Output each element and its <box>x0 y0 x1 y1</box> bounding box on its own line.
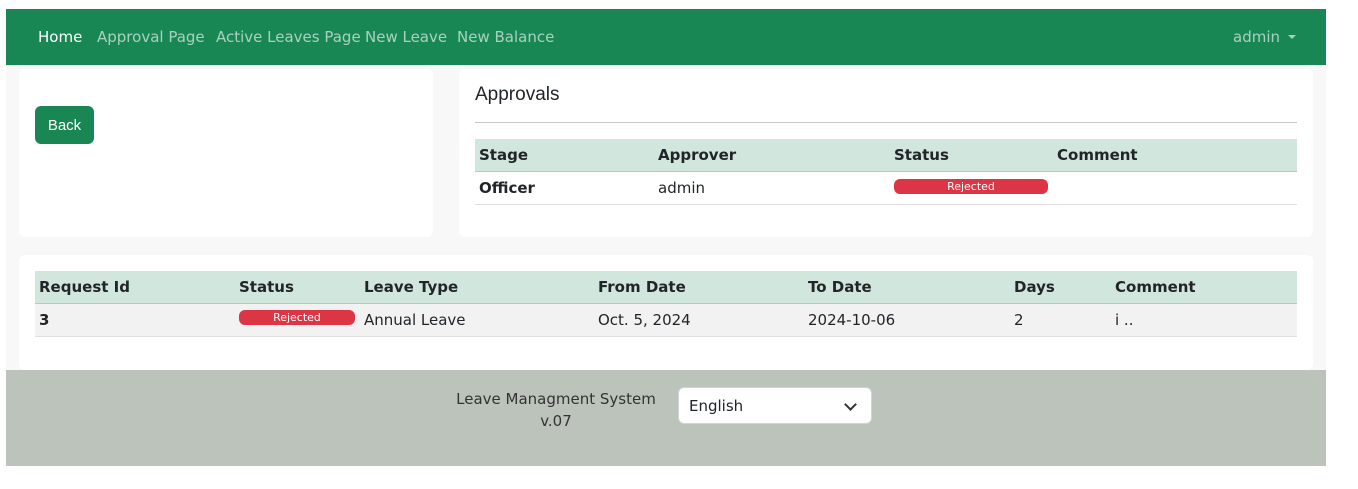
back-button[interactable]: Back <box>35 106 94 144</box>
col-status: Status <box>235 271 360 304</box>
col-comment: Comment <box>1053 139 1297 172</box>
system-name: Leave Managment System <box>456 390 656 408</box>
col-leave-type: Leave Type <box>360 271 594 304</box>
status-cell: Rejected <box>235 303 360 337</box>
footer-info: Leave Managment System v.07 <box>446 388 666 432</box>
comment-cell <box>1053 171 1297 205</box>
col-comment: Comment <box>1111 271 1297 304</box>
language-select[interactable]: English <box>678 387 872 424</box>
from-date-cell: Oct. 5, 2024 <box>594 303 804 337</box>
status-badge: Rejected <box>894 178 1048 194</box>
version: v.07 <box>540 412 572 430</box>
col-from-date: From Date <box>594 271 804 304</box>
table-header-row: Stage Approver Status Comment <box>475 139 1297 172</box>
col-stage: Stage <box>475 139 654 172</box>
stage-cell: Officer <box>475 171 654 205</box>
chevron-down-icon <box>844 398 857 411</box>
caret-down-icon <box>1288 35 1296 39</box>
leave-type-cell: Annual Leave <box>360 303 594 337</box>
approver-cell: admin <box>654 171 890 205</box>
top-navbar: Home Approval Page Active Leaves Page Ne… <box>6 9 1326 65</box>
col-to-date: To Date <box>804 271 1010 304</box>
status-cell: Rejected <box>890 171 1053 205</box>
col-days: Days <box>1010 271 1111 304</box>
nav-new-leave[interactable]: New Leave <box>365 27 447 47</box>
to-date-cell: 2024-10-06 <box>804 303 1010 337</box>
divider <box>475 122 1297 123</box>
table-row: Officer admin Rejected <box>475 171 1297 205</box>
request-id-cell: 3 <box>35 303 235 337</box>
approvals-table: Stage Approver Status Comment Officer ad… <box>475 139 1297 205</box>
user-menu[interactable]: admin <box>1233 27 1296 47</box>
request-details-card: Request Id Status Leave Type From Date T… <box>19 255 1313 370</box>
request-table: Request Id Status Leave Type From Date T… <box>35 271 1297 337</box>
actions-card: Back <box>19 69 433 237</box>
approvals-title: Approvals <box>475 84 560 105</box>
app-frame: Home Approval Page Active Leaves Page Ne… <box>6 9 1326 466</box>
language-value: English <box>689 397 744 415</box>
comment-cell: i .. <box>1111 303 1297 337</box>
nav-approval-page[interactable]: Approval Page <box>97 27 205 47</box>
user-name: admin <box>1233 28 1280 46</box>
days-cell: 2 <box>1010 303 1111 337</box>
table-header-row: Request Id Status Leave Type From Date T… <box>35 271 1297 304</box>
col-approver: Approver <box>654 139 890 172</box>
col-request-id: Request Id <box>35 271 235 304</box>
col-status: Status <box>890 139 1053 172</box>
nav-active-leaves-page[interactable]: Active Leaves Page <box>216 27 361 47</box>
nav-new-balance[interactable]: New Balance <box>457 27 554 47</box>
approvals-card: Approvals Stage Approver Status Comment … <box>459 69 1313 237</box>
status-badge: Rejected <box>239 309 355 325</box>
nav-home[interactable]: Home <box>38 27 82 47</box>
footer: Leave Managment System v.07 English <box>6 370 1326 466</box>
table-row: 3 Rejected Annual Leave Oct. 5, 2024 202… <box>35 303 1297 337</box>
